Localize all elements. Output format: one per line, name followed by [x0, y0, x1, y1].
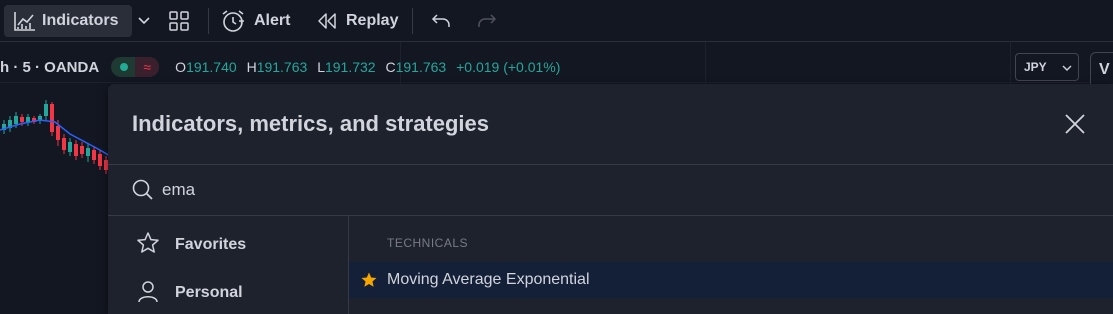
result-row[interactable]: Moving Average Exponential [349, 262, 1113, 298]
sidebar-item-label: Personal [175, 284, 243, 301]
section-header: TECHNICALS [387, 236, 469, 250]
user-icon [136, 279, 160, 308]
open-key: O [175, 59, 187, 75]
redo-button[interactable] [474, 5, 500, 37]
alarm-clock-icon [220, 9, 246, 33]
currency-label: JPY [1024, 60, 1047, 74]
symbol-label[interactable]: h · 5 · OANDA [0, 59, 99, 76]
grid-line [0, 82, 1113, 83]
indicators-button[interactable]: Indicators [4, 5, 132, 37]
favorite-star-icon[interactable] [360, 271, 378, 294]
currency-select[interactable]: JPY [1015, 53, 1079, 81]
close-key: C [385, 59, 396, 75]
replay-label: Replay [346, 12, 399, 29]
alert-label: Alert [254, 12, 291, 29]
toolbar-divider [412, 8, 413, 34]
undo-button[interactable] [428, 5, 454, 37]
volatility-icon: ≈ [135, 57, 160, 77]
star-outline-icon [136, 231, 160, 260]
layouts-button[interactable] [162, 5, 196, 37]
market-status-badge[interactable]: ≈ [111, 57, 160, 77]
low-value: 191.732 [324, 59, 376, 75]
rewind-icon [316, 12, 338, 30]
sidebar-item-personal[interactable]: Personal [108, 273, 348, 313]
close-button[interactable] [1062, 111, 1088, 137]
replay-button[interactable]: Replay [316, 5, 398, 37]
market-open-dot-icon [120, 63, 129, 71]
search-input[interactable] [162, 177, 762, 203]
grid-icon [169, 11, 189, 31]
candlestick-series [0, 100, 110, 174]
indicators-dialog: Indicators, metrics, and strategies Favo… [108, 84, 1113, 314]
series-legend: h · 5 · OANDA ≈ O191.740 H191.763 L191.7… [0, 56, 560, 78]
indicators-label: Indicators [42, 12, 119, 29]
high-key: H [246, 59, 257, 75]
high-value: 191.763 [256, 59, 308, 75]
open-value: 191.740 [186, 59, 237, 75]
close-value: 191.763 [395, 59, 447, 75]
sidebar-item-label: Favorites [175, 236, 247, 253]
result-name: Moving Average Exponential [387, 271, 590, 288]
low-key: L [317, 59, 325, 75]
ohlc-values: O191.740 H191.763 L191.732 C191.763 +0.0… [175, 59, 560, 75]
indicators-dropdown-button[interactable] [134, 5, 154, 37]
alert-button[interactable]: Alert [220, 5, 290, 37]
right-panel-label: V [1099, 61, 1110, 78]
change-value: +0.019 (+0.01%) [456, 59, 561, 75]
search-bar [108, 165, 1113, 215]
indicators-icon [14, 11, 36, 31]
toolbar-divider [208, 8, 209, 34]
sidebar-item-favorites[interactable]: Favorites [108, 225, 348, 265]
redo-icon [477, 14, 497, 28]
search-icon [132, 179, 154, 206]
undo-icon [431, 14, 451, 28]
top-toolbar: Indicators Alert Replay [0, 0, 1113, 42]
category-sidebar: Favorites Personal [108, 215, 349, 314]
chevron-down-icon [1062, 61, 1072, 75]
close-icon [1062, 114, 1088, 141]
dialog-title: Indicators, metrics, and strategies [132, 111, 490, 136]
chevron-down-icon [138, 17, 150, 25]
results-list: TECHNICALS Moving Average Exponential [349, 215, 1113, 314]
